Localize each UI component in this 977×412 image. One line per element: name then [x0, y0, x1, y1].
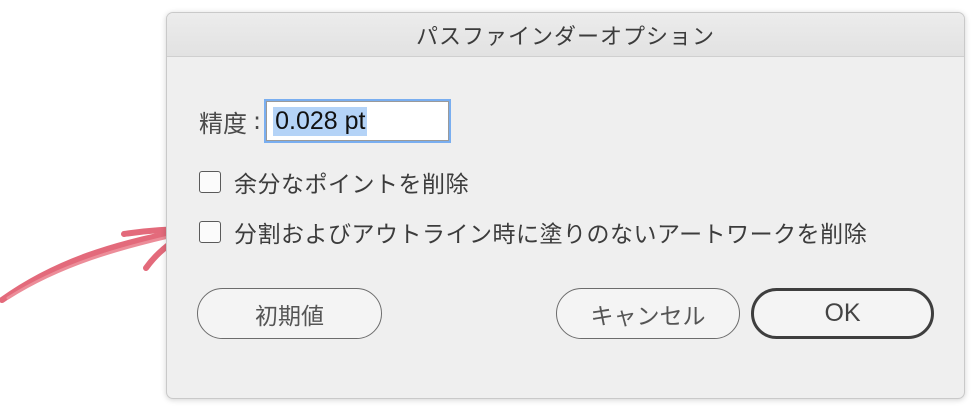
remove-unpainted-artwork-option[interactable]: 分割およびアウトライン時に塗りのないアートワークを削除 [199, 215, 867, 249]
dialog-title: パスファインダーオプション [415, 24, 715, 50]
remove-unpainted-artwork-label[interactable]: 分割およびアウトライン時に塗りのないアートワークを削除 [234, 215, 867, 249]
remove-redundant-points-checkbox[interactable] [199, 171, 221, 193]
ok-button[interactable]: OK [751, 288, 934, 339]
dialog-titlebar: パスファインダーオプション [167, 13, 964, 57]
precision-label: 精度 [199, 109, 247, 138]
remove-redundant-points-option[interactable]: 余分なポイントを削除 [199, 165, 469, 199]
precision-row: 精度 : 0.028 pt [199, 101, 450, 141]
precision-colon: : [253, 107, 262, 135]
pathfinder-options-dialog: パスファインダーオプション 精度 : 0.028 pt 余分なポイントを削除 分… [166, 12, 965, 399]
defaults-button[interactable]: 初期値 [197, 288, 382, 339]
precision-input[interactable]: 0.028 pt [266, 101, 450, 141]
remove-unpainted-artwork-checkbox[interactable] [199, 221, 221, 243]
remove-redundant-points-label[interactable]: 余分なポイントを削除 [234, 165, 469, 199]
cancel-button[interactable]: キャンセル [556, 288, 740, 339]
precision-value[interactable]: 0.028 pt [273, 106, 368, 136]
